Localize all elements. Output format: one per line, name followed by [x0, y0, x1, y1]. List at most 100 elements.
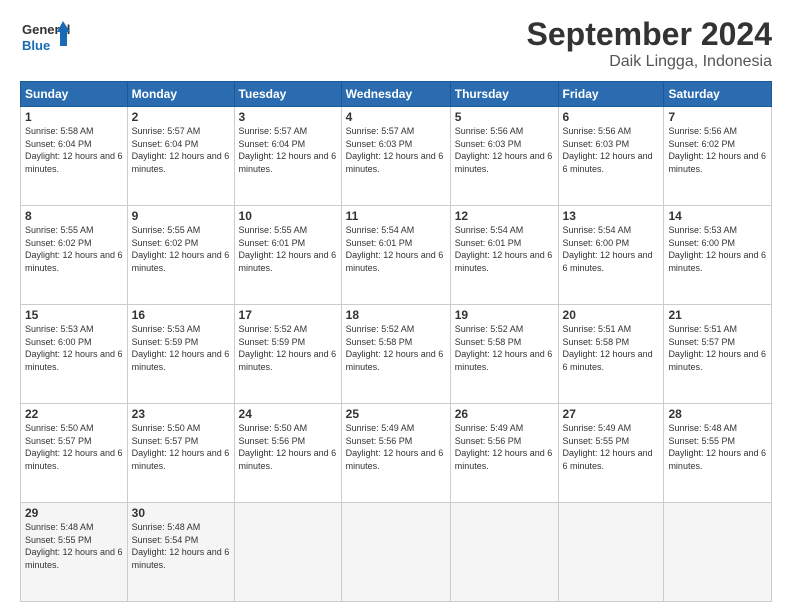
header-row: Sunday Monday Tuesday Wednesday Thursday…: [21, 82, 772, 107]
day-number: 13: [563, 209, 660, 223]
day-info: Sunrise: 5:49 AMSunset: 5:56 PMDaylight:…: [346, 423, 444, 471]
day-info: Sunrise: 5:51 AMSunset: 5:58 PMDaylight:…: [563, 324, 653, 372]
day-info: Sunrise: 5:53 AMSunset: 6:00 PMDaylight:…: [25, 324, 123, 372]
day-number: 22: [25, 407, 123, 421]
table-cell: 20 Sunrise: 5:51 AMSunset: 5:58 PMDaylig…: [558, 305, 664, 404]
table-cell: 15 Sunrise: 5:53 AMSunset: 6:00 PMDaylig…: [21, 305, 128, 404]
day-number: 8: [25, 209, 123, 223]
day-number: 11: [346, 209, 446, 223]
logo-svg: General Blue: [20, 16, 70, 56]
table-cell: 10 Sunrise: 5:55 AMSunset: 6:01 PMDaylig…: [234, 206, 341, 305]
day-number: 1: [25, 110, 123, 124]
table-cell: 18 Sunrise: 5:52 AMSunset: 5:58 PMDaylig…: [341, 305, 450, 404]
day-info: Sunrise: 5:56 AMSunset: 6:03 PMDaylight:…: [455, 126, 553, 174]
col-monday: Monday: [127, 82, 234, 107]
calendar-row: 22 Sunrise: 5:50 AMSunset: 5:57 PMDaylig…: [21, 404, 772, 503]
day-number: 26: [455, 407, 554, 421]
day-number: 10: [239, 209, 337, 223]
col-thursday: Thursday: [450, 82, 558, 107]
day-number: 24: [239, 407, 337, 421]
calendar-row: 8 Sunrise: 5:55 AMSunset: 6:02 PMDayligh…: [21, 206, 772, 305]
day-number: 29: [25, 506, 123, 520]
day-number: 28: [668, 407, 767, 421]
day-info: Sunrise: 5:56 AMSunset: 6:02 PMDaylight:…: [668, 126, 766, 174]
table-cell: 11 Sunrise: 5:54 AMSunset: 6:01 PMDaylig…: [341, 206, 450, 305]
table-cell: 19 Sunrise: 5:52 AMSunset: 5:58 PMDaylig…: [450, 305, 558, 404]
calendar-table: Sunday Monday Tuesday Wednesday Thursday…: [20, 81, 772, 602]
day-number: 27: [563, 407, 660, 421]
col-tuesday: Tuesday: [234, 82, 341, 107]
table-cell: [664, 503, 772, 602]
day-number: 6: [563, 110, 660, 124]
table-cell: 8 Sunrise: 5:55 AMSunset: 6:02 PMDayligh…: [21, 206, 128, 305]
day-number: 7: [668, 110, 767, 124]
day-number: 25: [346, 407, 446, 421]
day-number: 12: [455, 209, 554, 223]
day-number: 2: [132, 110, 230, 124]
table-cell: 6 Sunrise: 5:56 AMSunset: 6:03 PMDayligh…: [558, 107, 664, 206]
day-number: 4: [346, 110, 446, 124]
table-cell: 21 Sunrise: 5:51 AMSunset: 5:57 PMDaylig…: [664, 305, 772, 404]
location-title: Daik Lingga, Indonesia: [527, 53, 772, 71]
calendar-row: 1 Sunrise: 5:58 AMSunset: 6:04 PMDayligh…: [21, 107, 772, 206]
table-cell: 24 Sunrise: 5:50 AMSunset: 5:56 PMDaylig…: [234, 404, 341, 503]
col-saturday: Saturday: [664, 82, 772, 107]
table-cell: 3 Sunrise: 5:57 AMSunset: 6:04 PMDayligh…: [234, 107, 341, 206]
day-number: 17: [239, 308, 337, 322]
day-number: 3: [239, 110, 337, 124]
calendar-row: 15 Sunrise: 5:53 AMSunset: 6:00 PMDaylig…: [21, 305, 772, 404]
header: General Blue September 2024 Daik Lingga,…: [20, 16, 772, 71]
day-number: 14: [668, 209, 767, 223]
day-info: Sunrise: 5:57 AMSunset: 6:03 PMDaylight:…: [346, 126, 444, 174]
table-cell: 23 Sunrise: 5:50 AMSunset: 5:57 PMDaylig…: [127, 404, 234, 503]
day-number: 15: [25, 308, 123, 322]
day-info: Sunrise: 5:54 AMSunset: 6:00 PMDaylight:…: [563, 225, 653, 273]
col-wednesday: Wednesday: [341, 82, 450, 107]
day-number: 18: [346, 308, 446, 322]
day-info: Sunrise: 5:48 AMSunset: 5:55 PMDaylight:…: [668, 423, 766, 471]
day-number: 30: [132, 506, 230, 520]
day-info: Sunrise: 5:55 AMSunset: 6:02 PMDaylight:…: [132, 225, 230, 273]
table-cell: [558, 503, 664, 602]
table-cell: [234, 503, 341, 602]
day-info: Sunrise: 5:57 AMSunset: 6:04 PMDaylight:…: [239, 126, 337, 174]
day-info: Sunrise: 5:55 AMSunset: 6:01 PMDaylight:…: [239, 225, 337, 273]
table-cell: 25 Sunrise: 5:49 AMSunset: 5:56 PMDaylig…: [341, 404, 450, 503]
col-friday: Friday: [558, 82, 664, 107]
table-cell: 22 Sunrise: 5:50 AMSunset: 5:57 PMDaylig…: [21, 404, 128, 503]
day-number: 16: [132, 308, 230, 322]
table-cell: 5 Sunrise: 5:56 AMSunset: 6:03 PMDayligh…: [450, 107, 558, 206]
day-info: Sunrise: 5:51 AMSunset: 5:57 PMDaylight:…: [668, 324, 766, 372]
day-number: 20: [563, 308, 660, 322]
day-number: 5: [455, 110, 554, 124]
day-info: Sunrise: 5:54 AMSunset: 6:01 PMDaylight:…: [455, 225, 553, 273]
day-info: Sunrise: 5:52 AMSunset: 5:59 PMDaylight:…: [239, 324, 337, 372]
day-info: Sunrise: 5:49 AMSunset: 5:56 PMDaylight:…: [455, 423, 553, 471]
day-info: Sunrise: 5:58 AMSunset: 6:04 PMDaylight:…: [25, 126, 123, 174]
table-cell: [341, 503, 450, 602]
title-block: September 2024 Daik Lingga, Indonesia: [527, 16, 772, 71]
day-info: Sunrise: 5:52 AMSunset: 5:58 PMDaylight:…: [346, 324, 444, 372]
col-sunday: Sunday: [21, 82, 128, 107]
svg-text:Blue: Blue: [22, 38, 50, 53]
day-number: 9: [132, 209, 230, 223]
logo: General Blue: [20, 16, 70, 56]
day-info: Sunrise: 5:49 AMSunset: 5:55 PMDaylight:…: [563, 423, 653, 471]
calendar-row: 29 Sunrise: 5:48 AMSunset: 5:55 PMDaylig…: [21, 503, 772, 602]
day-info: Sunrise: 5:55 AMSunset: 6:02 PMDaylight:…: [25, 225, 123, 273]
day-number: 21: [668, 308, 767, 322]
table-cell: 29 Sunrise: 5:48 AMSunset: 5:55 PMDaylig…: [21, 503, 128, 602]
day-info: Sunrise: 5:52 AMSunset: 5:58 PMDaylight:…: [455, 324, 553, 372]
day-info: Sunrise: 5:56 AMSunset: 6:03 PMDaylight:…: [563, 126, 653, 174]
table-cell: 26 Sunrise: 5:49 AMSunset: 5:56 PMDaylig…: [450, 404, 558, 503]
table-cell: 7 Sunrise: 5:56 AMSunset: 6:02 PMDayligh…: [664, 107, 772, 206]
page: General Blue September 2024 Daik Lingga,…: [0, 0, 792, 612]
table-cell: 30 Sunrise: 5:48 AMSunset: 5:54 PMDaylig…: [127, 503, 234, 602]
day-number: 19: [455, 308, 554, 322]
month-title: September 2024: [527, 16, 772, 53]
table-cell: 17 Sunrise: 5:52 AMSunset: 5:59 PMDaylig…: [234, 305, 341, 404]
day-info: Sunrise: 5:54 AMSunset: 6:01 PMDaylight:…: [346, 225, 444, 273]
calendar-body: 1 Sunrise: 5:58 AMSunset: 6:04 PMDayligh…: [21, 107, 772, 602]
day-info: Sunrise: 5:48 AMSunset: 5:55 PMDaylight:…: [25, 522, 123, 570]
day-info: Sunrise: 5:53 AMSunset: 5:59 PMDaylight:…: [132, 324, 230, 372]
